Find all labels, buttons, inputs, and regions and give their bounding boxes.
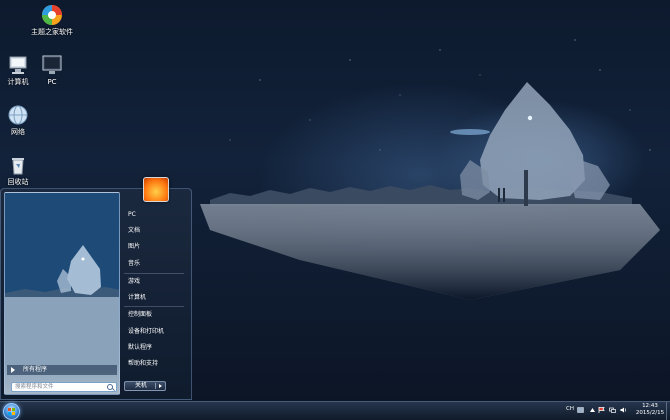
keyboard-icon[interactable] <box>577 407 584 413</box>
show-desktop-button[interactable] <box>666 402 670 420</box>
start-item-pictures[interactable]: 图片 <box>124 240 186 254</box>
network-globe-icon <box>8 105 28 125</box>
desktop-icon-label: 回收站 <box>7 178 29 186</box>
start-item-label: PC <box>128 211 136 218</box>
theme-software-icon <box>42 5 62 25</box>
desktop-icon-theme-software[interactable]: 主题之家软件 <box>28 4 76 36</box>
clock-time: 12:43 <box>642 403 658 409</box>
start-item-label: 文档 <box>128 227 141 234</box>
search-icon[interactable] <box>107 384 113 390</box>
desktop-icon-recycle-bin[interactable]: 回收站 <box>0 154 42 186</box>
shutdown-button[interactable]: 关机 <box>124 381 166 391</box>
language-indicator[interactable]: CH <box>566 406 574 412</box>
desktop-icon-label: 计算机 <box>7 78 29 86</box>
search-placeholder: 搜索程序和文件 <box>15 384 54 390</box>
taskbar-clock[interactable]: 12:43 2015/2/15 <box>634 403 666 417</box>
pc-monitor-icon <box>42 55 62 74</box>
start-item-control-panel[interactable]: 控制面板 <box>124 308 186 322</box>
start-item-help-support[interactable]: 帮助和支持 <box>124 357 186 371</box>
start-item-label: 图片 <box>128 243 141 250</box>
start-item-default-programs[interactable]: 默认程序 <box>124 341 186 355</box>
start-item-label: 音乐 <box>128 260 141 267</box>
desktop-icon-label: 网络 <box>11 128 25 136</box>
start-item-computer[interactable]: 计算机 <box>124 291 186 305</box>
start-item-label: 设备和打印机 <box>128 328 165 335</box>
desktop-icon-label: 主题之家软件 <box>31 28 73 36</box>
all-programs-label: 所有程序 <box>23 366 48 373</box>
desktop-icon-label: PC <box>47 78 57 86</box>
start-button[interactable] <box>3 403 20 420</box>
user-account-picture[interactable] <box>143 177 169 202</box>
start-search-input[interactable]: 搜索程序和文件 <box>11 382 117 392</box>
shutdown-label: 关机 <box>135 382 148 389</box>
show-hidden-icons-chevron-icon[interactable] <box>589 407 596 413</box>
all-programs-button[interactable]: 所有程序 <box>7 365 117 375</box>
windows-logo-icon <box>8 408 15 415</box>
right-arrow-icon <box>11 367 15 373</box>
network-status-icon[interactable] <box>609 407 616 413</box>
desktop-icon-network[interactable]: 网络 <box>0 104 42 136</box>
clock-date: 2015/2/15 <box>635 410 665 416</box>
start-menu-tree-image <box>5 193 119 365</box>
start-item-label: 控制面板 <box>128 311 153 318</box>
start-item-documents[interactable]: 文档 <box>124 224 186 238</box>
start-item-label: 计算机 <box>128 294 147 301</box>
recycle-bin-icon <box>12 158 24 175</box>
start-item-label: 帮助和支持 <box>128 360 159 367</box>
start-item-games[interactable]: 游戏 <box>124 275 186 289</box>
shutdown-options-arrow-icon[interactable] <box>159 384 162 388</box>
start-menu-program-pane: 所有程序 搜索程序和文件 <box>4 192 120 395</box>
desktop-icon-pc[interactable]: PC <box>28 54 76 86</box>
action-center-flag-icon[interactable] <box>598 407 605 413</box>
start-item-label: 默认程序 <box>128 344 153 351</box>
start-item-devices-printers[interactable]: 设备和打印机 <box>124 325 186 339</box>
volume-icon[interactable] <box>620 407 627 413</box>
start-item-pc[interactable]: PC <box>124 208 186 222</box>
shutdown-divider <box>155 383 156 389</box>
start-menu-separator <box>124 306 184 307</box>
start-menu-separator <box>124 273 184 274</box>
start-item-music[interactable]: 音乐 <box>124 257 186 271</box>
computer-icon <box>9 56 27 74</box>
start-item-label: 游戏 <box>128 278 141 285</box>
